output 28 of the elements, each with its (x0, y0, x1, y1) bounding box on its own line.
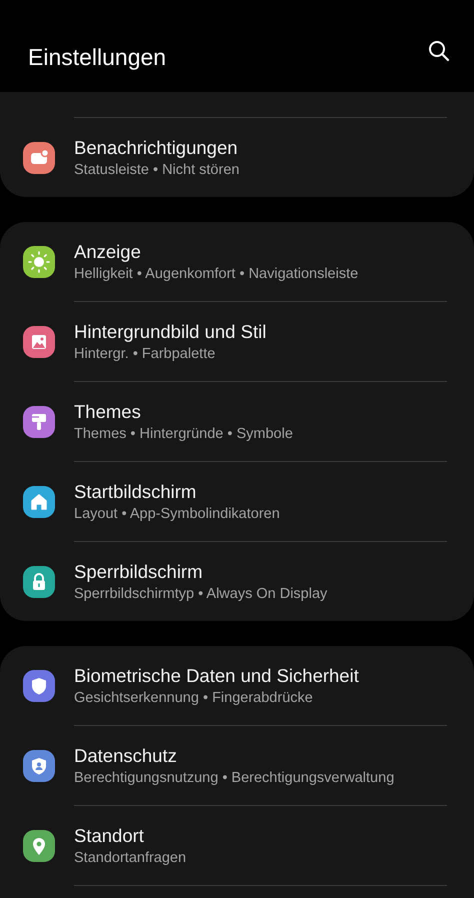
item-title: Standort (74, 825, 145, 847)
item-subtitle: Berechtigungsnutzung • Berechtigungsverwaltung (74, 770, 394, 786)
item-title: Biometrische Daten und Sicherheit (74, 665, 359, 687)
item-subtitle: Hintergr. • Farbpalette (74, 346, 216, 362)
settings-item[interactable]: Anzeige Helligkeit • Augenkomfort • Navigationsleiste (0, 222, 474, 301)
settings-item[interactable]: Startbildschirm Layout • App-Symbolindikatoren (0, 462, 474, 541)
item-title: Datenschutz (74, 745, 178, 767)
item-subtitle: Standortanfragen (74, 850, 186, 866)
settings-item[interactable]: Hintergrundbild und Stil Hintergr. • Farbpalette (0, 302, 474, 381)
item-subtitle: Gesichtserkennung • Fingerabdrücke (74, 690, 314, 706)
settings-item[interactable]: Datenschutz Berechtigungsnutzung • Berechtigungsverwaltung (0, 726, 474, 805)
settings-item[interactable]: Sperrbildschirm Sperrbildschirmtyp • Always On Display (0, 542, 474, 621)
settings-item[interactable]: Biometrische Daten und Sicherheit Gesichtserkennung • Fingerabdrücke (0, 646, 474, 725)
item-subtitle: Helligkeit • Augenkomfort • Navigationsleiste (74, 266, 358, 282)
item-subtitle: Sperrbildschirmtyp • Always On Display (74, 586, 328, 602)
page-title: Einstellungen (28, 44, 166, 70)
item-title: Themes (74, 401, 142, 423)
item-title: Startbildschirm (74, 481, 198, 503)
item-title: Sperrbildschirm (74, 561, 204, 583)
settings-item[interactable]: Benachrichtigungen Statusleiste • Nicht stören (0, 118, 474, 197)
item-title: Benachrichtigungen (74, 137, 239, 159)
item-subtitle: Themes • Hintergründe • Symbole (74, 426, 293, 442)
item-title: Anzeige (74, 241, 142, 263)
item-title: Hintergrundbild und Stil (74, 321, 266, 343)
item-subtitle: Statusleiste • Nicht stören (74, 162, 240, 178)
settings-item[interactable]: Themes Themes • Hintergründe • Symbole (0, 382, 474, 461)
settings-item[interactable]: Standort Standortanfragen (0, 806, 474, 885)
item-subtitle: Layout • App-Symbolindikatoren (74, 506, 280, 522)
